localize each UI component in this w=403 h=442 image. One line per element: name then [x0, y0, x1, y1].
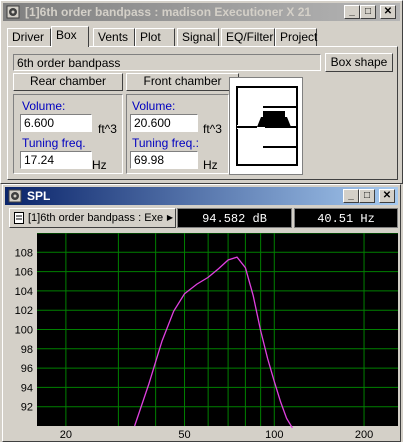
- minimize-button[interactable]: _: [344, 5, 360, 19]
- y-tick-label: 106: [15, 267, 33, 279]
- rear-tuning-unit: Hz: [92, 158, 107, 172]
- rear-chamber-label: Rear chamber: [29, 74, 107, 88]
- spl-readout: 94.582 dB: [177, 208, 292, 228]
- speaker-app-icon: [6, 5, 20, 19]
- close-button[interactable]: ✕: [380, 5, 396, 19]
- tab-box[interactable]: Box: [51, 26, 89, 47]
- trace-selector[interactable]: [1]6th order bandpass : Exe ▶: [9, 208, 176, 228]
- maximize-button[interactable]: □: [360, 5, 376, 19]
- speaker-app-icon: [8, 189, 22, 203]
- front-volume-value: 20.600: [134, 116, 171, 130]
- box-name-text: 6th order bandpass: [17, 56, 121, 70]
- front-tuning-label: Tuning freq.:: [132, 136, 199, 150]
- tab-vents[interactable]: Vents: [93, 28, 135, 46]
- y-tick-label: 108: [15, 247, 33, 259]
- box-window-title: [1]6th order bandpass : madison Executio…: [25, 5, 312, 19]
- bandpass-box-diagram: [229, 77, 303, 175]
- tab-box-label: Box: [56, 28, 77, 42]
- y-tick-label: 94: [21, 382, 33, 394]
- y-tick-label: 100: [15, 325, 33, 337]
- tab-signal-label: Signal: [182, 30, 216, 44]
- tab-plot-label: Plot: [140, 30, 161, 44]
- rear-volume-label: Volume:: [22, 99, 66, 113]
- front-tuning-value: 69.98: [134, 153, 165, 167]
- spl-readout-text: 94.582 dB: [202, 212, 267, 226]
- spl-close-button[interactable]: ✕: [379, 189, 395, 203]
- y-tick-label: 104: [15, 286, 33, 298]
- front-tuning-input[interactable]: 69.98: [130, 151, 198, 169]
- box-tab-page: 6th order bandpass Box shape Rear chambe…: [7, 46, 398, 180]
- y-tick-label: 92: [21, 402, 33, 414]
- rear-volume-input[interactable]: 6.600: [20, 114, 92, 132]
- box-window: [1]6th order bandpass : madison Executio…: [0, 0, 403, 184]
- tab-plot[interactable]: Plot: [135, 28, 175, 46]
- tab-signal[interactable]: Signal: [177, 28, 219, 46]
- minimize-icon: _: [349, 6, 355, 17]
- x-tick-label: 20: [60, 429, 72, 440]
- close-icon: ✕: [382, 190, 392, 201]
- tab-project[interactable]: Project: [275, 28, 317, 46]
- x-tick-label: 50: [178, 429, 190, 440]
- box-shape-label: Box shape: [330, 55, 388, 69]
- box-name-field[interactable]: 6th order bandpass: [13, 54, 321, 71]
- tab-driver-label: Driver: [12, 30, 44, 44]
- front-volume-unit: ft^3: [203, 122, 222, 136]
- front-tuning-unit: Hz: [203, 158, 218, 172]
- chevron-right-icon: ▶: [166, 213, 173, 222]
- maximize-icon: □: [364, 6, 372, 17]
- box-shape-button[interactable]: Box shape: [325, 53, 393, 72]
- tab-eq-filter-label: EQ/Filter: [226, 30, 274, 44]
- rear-chamber-button[interactable]: Rear chamber: [13, 73, 123, 91]
- rear-tuning-label: Tuning freq.: [22, 136, 86, 150]
- spl-maximize-button[interactable]: □: [359, 189, 375, 203]
- front-chamber-button[interactable]: Front chamber: [126, 73, 239, 91]
- rear-tuning-input[interactable]: 17.24: [20, 151, 92, 169]
- spl-window-titlebar[interactable]: SPL _ □ ✕: [5, 187, 398, 205]
- y-tick-label: 98: [21, 344, 33, 356]
- box-window-titlebar[interactable]: [1]6th order bandpass : madison Executio…: [3, 3, 400, 21]
- front-chamber-label: Front chamber: [143, 74, 222, 88]
- x-tick-label: 200: [355, 429, 373, 440]
- rear-volume-unit: ft^3: [98, 122, 117, 136]
- tab-project-label: Project: [280, 30, 318, 44]
- minimize-icon: _: [348, 190, 354, 201]
- rear-tuning-value: 17.24: [24, 153, 55, 167]
- spl-window: SPL _ □ ✕ [1]6th order bandpass : Exe ▶ …: [2, 184, 401, 442]
- trace-selector-label: [1]6th order bandpass : Exe: [28, 212, 164, 224]
- tab-vents-label: Vents: [98, 30, 129, 44]
- x-tick-label: 100: [265, 429, 283, 440]
- y-tick-label: 102: [15, 305, 33, 317]
- document-icon: [14, 212, 24, 224]
- y-tick-label: 96: [21, 363, 33, 375]
- close-icon: ✕: [383, 6, 393, 17]
- frequency-readout: 40.51 Hz: [294, 208, 398, 228]
- spl-minimize-button[interactable]: _: [343, 189, 359, 203]
- maximize-icon: □: [363, 190, 371, 201]
- frequency-readout-text: 40.51 Hz: [317, 212, 375, 226]
- spl-window-title: SPL: [27, 189, 51, 203]
- spl-chart[interactable]: 92 94 96 98 100 102 104 106 108 20 50 100 200: [7, 233, 398, 440]
- rear-volume-value: 6.600: [24, 116, 55, 130]
- tab-eq-filter[interactable]: EQ/Filter: [221, 28, 275, 46]
- tab-driver[interactable]: Driver: [7, 28, 51, 46]
- front-volume-label: Volume:: [132, 99, 176, 113]
- front-volume-input[interactable]: 20.600: [130, 114, 198, 132]
